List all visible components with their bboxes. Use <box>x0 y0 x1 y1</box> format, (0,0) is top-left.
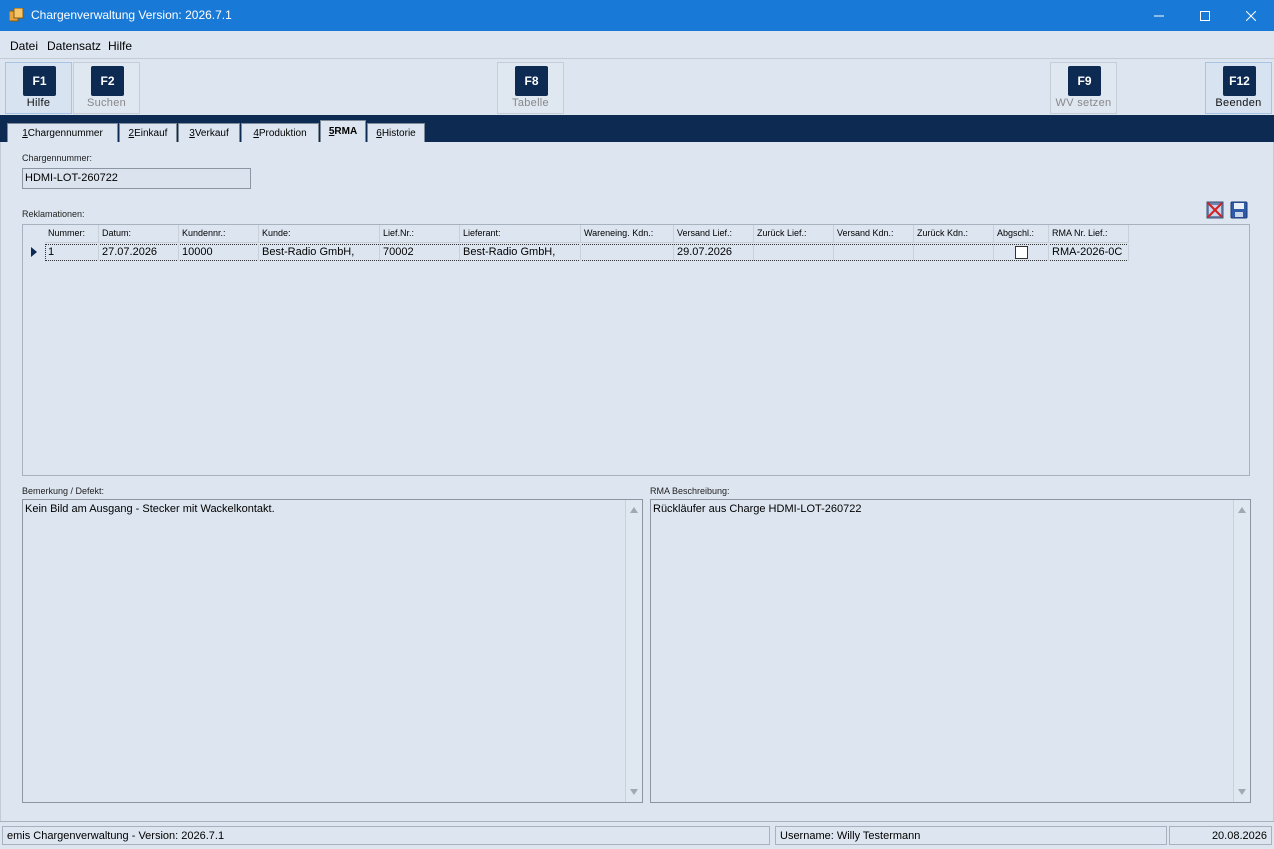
rma-beschreibung-textarea[interactable]: Rückläufer aus Charge HDMI-LOT-260722 <box>650 499 1251 803</box>
abgeschlossen-checkbox[interactable] <box>1015 246 1028 259</box>
tab-chargennummer[interactable]: 1 Chargennummer <box>7 123 118 142</box>
cell-zurueck-lief[interactable] <box>754 244 834 261</box>
bemerkung-scrollbar[interactable] <box>625 500 642 802</box>
f2-key-icon: F2 <box>91 66 124 96</box>
status-username: Username: Willy Testermann <box>775 826 1167 845</box>
reklamationen-label: Reklamationen: <box>22 209 85 219</box>
chargennummer-field[interactable]: HDMI-LOT-260722 <box>22 168 251 189</box>
col-header-versand-lief[interactable]: Versand Lief.: <box>674 225 754 243</box>
save-record-icon[interactable] <box>1230 201 1248 219</box>
cell-lieferant[interactable]: Best-Radio GmbH, <box>460 244 581 261</box>
table-button-label: Tabelle <box>512 97 549 109</box>
cell-datum[interactable]: 27.07.2026 <box>99 244 179 261</box>
wv-setzen-button-label: WV setzen <box>1055 97 1112 109</box>
rma-beschreibung-label: RMA Beschreibung: <box>650 486 730 496</box>
help-button-label: Hilfe <box>26 97 51 109</box>
col-header-datum[interactable]: Datum: <box>99 225 179 243</box>
tab-rma-label: RMA <box>334 126 358 137</box>
delete-record-icon[interactable] <box>1206 201 1224 219</box>
f8-key-icon: F8 <box>515 66 548 96</box>
scroll-up-icon[interactable] <box>630 507 638 513</box>
bemerkung-textarea[interactable]: Kein Bild am Ausgang - Stecker mit Wacke… <box>22 499 643 803</box>
app-icon <box>9 8 24 22</box>
maximize-icon <box>1200 10 1210 21</box>
col-header-wareneing[interactable]: Wareneing. Kdn.: <box>581 225 674 243</box>
minimize-icon <box>1154 15 1164 16</box>
col-header-zurueck-kdn[interactable]: Zurück Kdn.: <box>914 225 994 243</box>
menu-hilfe[interactable]: Hilfe <box>108 39 132 53</box>
wv-setzen-button[interactable]: F9 WV setzen <box>1050 62 1117 114</box>
col-header-abgschl[interactable]: Abgschl.: <box>994 225 1049 243</box>
rma-beschreibung-text: Rückläufer aus Charge HDMI-LOT-260722 <box>653 503 862 515</box>
tab-verkauf-label: Verkauf <box>194 127 229 139</box>
cell-kunde[interactable]: Best-Radio GmbH, <box>259 244 380 261</box>
col-header-nummer[interactable]: Nummer: <box>45 225 99 243</box>
col-header-kunde[interactable]: Kunde: <box>259 225 380 243</box>
tab-einkauf-label: Einkauf <box>134 127 168 139</box>
minimize-button[interactable] <box>1136 0 1182 31</box>
exit-button-label: Beenden <box>1215 97 1262 109</box>
search-button-label: Suchen <box>86 97 127 109</box>
col-header-kundennr[interactable]: Kundennr.: <box>179 225 259 243</box>
status-app-version: emis Chargenverwaltung - Version: 2026.7… <box>2 826 770 845</box>
tab-rma[interactable]: 5 RMA <box>320 120 366 142</box>
tab-chargennummer-label: Chargennummer <box>27 127 103 139</box>
bemerkung-label: Bemerkung / Defekt: <box>22 486 105 496</box>
col-header-zurueck-lief[interactable]: Zurück Lief.: <box>754 225 834 243</box>
scroll-down-icon[interactable] <box>630 789 638 795</box>
status-date: 20.08.2026 <box>1169 826 1272 845</box>
rma-beschreibung-scrollbar[interactable] <box>1233 500 1250 802</box>
title-bar: Chargenverwaltung Version: 2026.7.1 <box>0 0 1274 31</box>
tab-einkauf[interactable]: 2 Einkauf <box>119 123 177 142</box>
current-row-indicator-icon <box>31 247 37 257</box>
maximize-button[interactable] <box>1182 0 1228 31</box>
table-button[interactable]: F8 Tabelle <box>497 62 564 114</box>
cell-liefnr[interactable]: 70002 <box>380 244 460 261</box>
f12-key-icon: F12 <box>1223 66 1256 96</box>
tab-produktion-label: Produktion <box>258 127 307 139</box>
cell-versand-kdn[interactable] <box>834 244 914 261</box>
help-button[interactable]: F1 Hilfe <box>5 62 72 114</box>
exit-button[interactable]: F12 Beenden <box>1205 62 1272 114</box>
tab-produktion[interactable]: 4 Produktion <box>241 123 319 142</box>
close-icon <box>1246 10 1256 21</box>
scroll-down-icon[interactable] <box>1238 789 1246 795</box>
cell-nummer[interactable]: 1 <box>45 244 99 261</box>
cell-kundennr[interactable]: 10000 <box>179 244 259 261</box>
cell-zurueck-kdn[interactable] <box>914 244 994 261</box>
bemerkung-text: Kein Bild am Ausgang - Stecker mit Wacke… <box>25 503 275 515</box>
menu-datei[interactable]: Datei <box>10 39 38 53</box>
scroll-up-icon[interactable] <box>1238 507 1246 513</box>
chargennummer-label: Chargennummer: <box>22 153 93 163</box>
toolbar: F1 Hilfe F2 Suchen F8 Tabelle F9 WV setz… <box>0 59 1274 115</box>
tab-historie[interactable]: 6 Historie <box>367 123 425 142</box>
col-header-lieferant[interactable]: Lieferant: <box>460 225 581 243</box>
tab-historie-label: Historie <box>381 127 416 139</box>
search-button[interactable]: F2 Suchen <box>73 62 140 114</box>
tab-strip: 1 Chargennummer 2 Einkauf 3 Verkauf 4 Pr… <box>0 115 1274 142</box>
f1-key-icon: F1 <box>23 66 56 96</box>
cell-rma-nr-lief[interactable]: RMA-2026-0C <box>1049 244 1129 261</box>
col-header-rma-nr-lief[interactable]: RMA Nr. Lief.: <box>1049 225 1129 243</box>
window-title: Chargenverwaltung Version: 2026.7.1 <box>31 8 232 22</box>
status-bar: emis Chargenverwaltung - Version: 2026.7… <box>0 821 1274 849</box>
menu-bar: Datei Datensatz Hilfe <box>0 31 1274 59</box>
col-header-liefnr[interactable]: Lief.Nr.: <box>380 225 460 243</box>
f9-key-icon: F9 <box>1068 66 1101 96</box>
cell-versand-lief[interactable]: 29.07.2026 <box>674 244 754 261</box>
col-header-versand-kdn[interactable]: Versand Kdn.: <box>834 225 914 243</box>
reklamationen-grid[interactable]: Nummer: Datum: Kundennr.: Kunde: Lief.Nr… <box>22 224 1250 476</box>
tab-verkauf[interactable]: 3 Verkauf <box>178 123 240 142</box>
cell-wareneing[interactable] <box>581 244 674 261</box>
close-button[interactable] <box>1228 0 1274 31</box>
menu-datensatz[interactable]: Datensatz <box>47 39 101 53</box>
